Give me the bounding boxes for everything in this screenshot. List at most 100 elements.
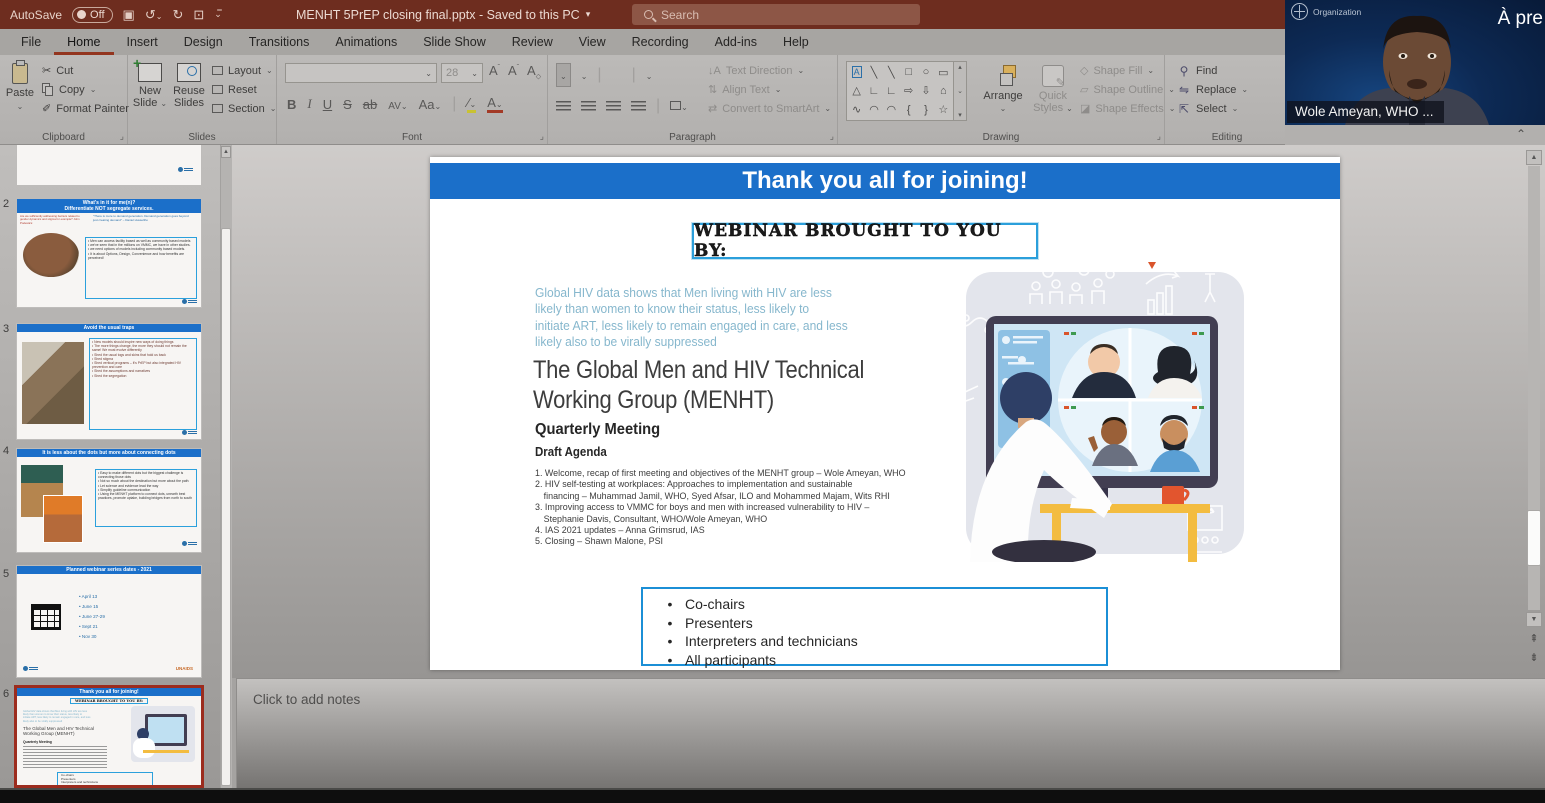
bullets-button[interactable]: ⌄ — [556, 63, 571, 87]
agenda-item: 1. Welcome, recap of first meeting and o… — [535, 468, 909, 479]
thumbnail-scroll-up-icon[interactable]: ▲ — [221, 146, 231, 158]
shrink-font-button[interactable]: Aˇ — [508, 63, 519, 81]
agenda-list[interactable]: 1. Welcome, recap of first meeting and o… — [535, 468, 909, 548]
shape-fill-button[interactable]: ◇Shape Fill⌄ — [1080, 61, 1175, 80]
scroll-up-icon[interactable]: ▲ — [1526, 150, 1542, 165]
slide-heading[interactable]: The Global Men and HIV TechnicalWorking … — [533, 355, 864, 415]
customize-qat-icon[interactable]: ⌄̅ — [214, 10, 222, 19]
shape-effects-icon: ◪ — [1080, 102, 1090, 115]
align-right-button[interactable] — [606, 101, 621, 111]
tab-animations[interactable]: Animations — [322, 31, 410, 55]
text-highlight-button[interactable]: ∕⌄ — [467, 95, 476, 113]
paragraph-dialog-launcher[interactable]: ⌟ — [830, 131, 834, 142]
autosave-toggle[interactable]: Off — [72, 7, 112, 23]
align-left-button[interactable] — [556, 101, 571, 111]
thumbnail-slide-6-current[interactable]: Thank you all for joining! WEBINAR BROUG… — [14, 685, 204, 788]
layout-button[interactable]: Layout⌄ — [212, 61, 276, 80]
webinar-box[interactable]: WEBINAR BROUGHT TO YOU BY: — [692, 223, 1038, 259]
shapes-gallery[interactable]: A ╲╲ □○▭ △∟∟ ⇨⇩⌂ ∿◠◠ {}☆ — [846, 61, 954, 121]
slide-title-banner[interactable]: Thank you all for joining! — [430, 163, 1340, 199]
drawing-dialog-launcher[interactable]: ⌟ — [1157, 131, 1161, 142]
copy-button[interactable]: Copy⌄ — [42, 80, 129, 99]
font-size-combo[interactable]: 28⌄ — [441, 63, 483, 83]
tab-view[interactable]: View — [566, 31, 619, 55]
previous-slide-button[interactable]: ⇞ — [1526, 632, 1542, 648]
align-center-button[interactable] — [581, 101, 596, 111]
shapes-gallery-scroll[interactable]: ▴⌄▾ — [954, 61, 967, 121]
thumb3-title: Avoid the usual traps — [17, 324, 201, 332]
scroll-down-icon[interactable]: ▼ — [1526, 612, 1542, 627]
thumbnail-slide-4[interactable]: It is less about the dots but more about… — [16, 448, 202, 553]
thumbnail-slide-5[interactable]: Planned webinar series dates - 2021 • Ap… — [16, 565, 202, 678]
tab-review[interactable]: Review — [499, 31, 566, 55]
columns-button[interactable]: ⌄ — [670, 97, 688, 115]
save-icon[interactable]: ▣ — [123, 8, 135, 21]
subscript-button[interactable]: ab — [363, 97, 377, 112]
find-button[interactable]: ⚲Find — [1177, 61, 1248, 80]
justify-button[interactable] — [631, 101, 646, 111]
meeting-video-overlay[interactable]: Organization À pre Wole Ameyan, WHO ... — [1285, 0, 1545, 125]
italic-button[interactable]: I — [307, 96, 311, 112]
tab-add-ins[interactable]: Add-ins — [702, 31, 770, 55]
paste-button[interactable]: Paste⌄ — [2, 57, 38, 111]
undo-icon[interactable]: ↺⌄ — [145, 8, 163, 21]
format-painter-icon: ✐ — [42, 102, 51, 115]
tab-help[interactable]: Help — [770, 31, 822, 55]
section-button[interactable]: Section⌄ — [212, 99, 276, 118]
tab-recording[interactable]: Recording — [619, 31, 702, 55]
format-painter-button[interactable]: ✐Format Painter — [42, 99, 129, 118]
thumbnail-slide-1[interactable] — [16, 145, 202, 186]
intro-paragraph[interactable]: Global HIV data shows that Men living wi… — [535, 285, 967, 350]
font-color-button[interactable]: A⌄ — [487, 95, 502, 113]
next-slide-button[interactable]: ⇟ — [1526, 651, 1542, 667]
shape-outline-button[interactable]: ▱Shape Outline⌄ — [1080, 80, 1175, 99]
font-dialog-launcher[interactable]: ⌟ — [540, 131, 544, 142]
scrollbar-thumb[interactable] — [1527, 510, 1541, 566]
title-dropdown-icon[interactable]: ▾ — [586, 9, 591, 20]
cut-button[interactable]: ✂Cut — [42, 61, 129, 80]
align-text-button[interactable]: ⇅Align Text⌄ — [708, 80, 831, 99]
font-name-combo[interactable]: ⌄ — [285, 63, 437, 83]
group-label-slides: Slides — [128, 132, 276, 143]
thumb4-title: It is less about the dots but more about… — [17, 449, 201, 457]
tab-insert[interactable]: Insert — [114, 31, 171, 55]
tab-file[interactable]: File — [8, 31, 54, 55]
tab-design[interactable]: Design — [171, 31, 236, 55]
start-presentation-icon[interactable]: ⊡ — [193, 8, 204, 21]
thumbnail-scrollbar-thumb[interactable] — [221, 228, 231, 786]
change-case-button[interactable]: Aa⌄ — [419, 97, 442, 112]
grow-font-button[interactable]: Aˆ — [489, 63, 500, 81]
collapse-ribbon-icon[interactable]: ⌃ — [1516, 127, 1526, 141]
tab-home[interactable]: Home — [54, 31, 113, 55]
group-label-paragraph: Paragraph — [548, 132, 837, 143]
thumbnail-slide-3[interactable]: Avoid the usual traps • New models shoul… — [16, 323, 202, 440]
select-button[interactable]: ⇱Select⌄ — [1177, 99, 1248, 118]
strikethrough-button[interactable]: S — [343, 97, 352, 112]
replace-button[interactable]: ⇋Replace⌄ — [1177, 80, 1248, 99]
line-spacing-button[interactable]: ⌄ — [646, 66, 653, 84]
autosave-state: Off — [90, 9, 104, 21]
shape-effects-button[interactable]: ◪Shape Effects⌄ — [1080, 99, 1175, 118]
convert-smartart-button[interactable]: ⇄Convert to SmartArt⌄ — [708, 99, 831, 118]
vertical-scrollbar[interactable]: ▲ ▼ — [1526, 150, 1542, 670]
clear-formatting-button[interactable]: A◇ — [527, 63, 541, 81]
tab-transitions[interactable]: Transitions — [236, 31, 323, 55]
notes-pane[interactable]: Click to add notes — [237, 678, 1545, 788]
slide-editor[interactable]: Thank you all for joining! WEBINAR BROUG… — [430, 157, 1340, 670]
thumbnail-slide-2[interactable]: What's in it for me(n)? Differentiate NO… — [16, 198, 202, 308]
quick-styles-button[interactable]: QuickStyles ⌄ — [1030, 59, 1076, 114]
tab-slide-show[interactable]: Slide Show — [410, 31, 499, 55]
underline-button[interactable]: U — [323, 97, 332, 112]
character-spacing-button[interactable]: AV⌄ — [388, 97, 407, 112]
new-slide-button[interactable]: NewSlide ⌄ — [132, 57, 168, 109]
attendees-box[interactable]: •Co-chairs •Presenters •Interpreters and… — [641, 587, 1108, 666]
search-input[interactable]: Search — [632, 4, 920, 25]
reset-button[interactable]: Reset — [212, 80, 276, 99]
redo-icon[interactable]: ↻ — [172, 8, 183, 21]
arrange-button[interactable]: Arrange⌄ — [978, 59, 1028, 114]
bold-button[interactable]: B — [287, 97, 296, 112]
reuse-slides-button[interactable]: ReuseSlides — [170, 57, 208, 109]
numbering-button[interactable]: ⌄ — [581, 66, 588, 84]
clipboard-dialog-launcher[interactable]: ⌟ — [120, 131, 124, 142]
text-direction-button[interactable]: ↓AText Direction⌄ — [708, 61, 831, 80]
